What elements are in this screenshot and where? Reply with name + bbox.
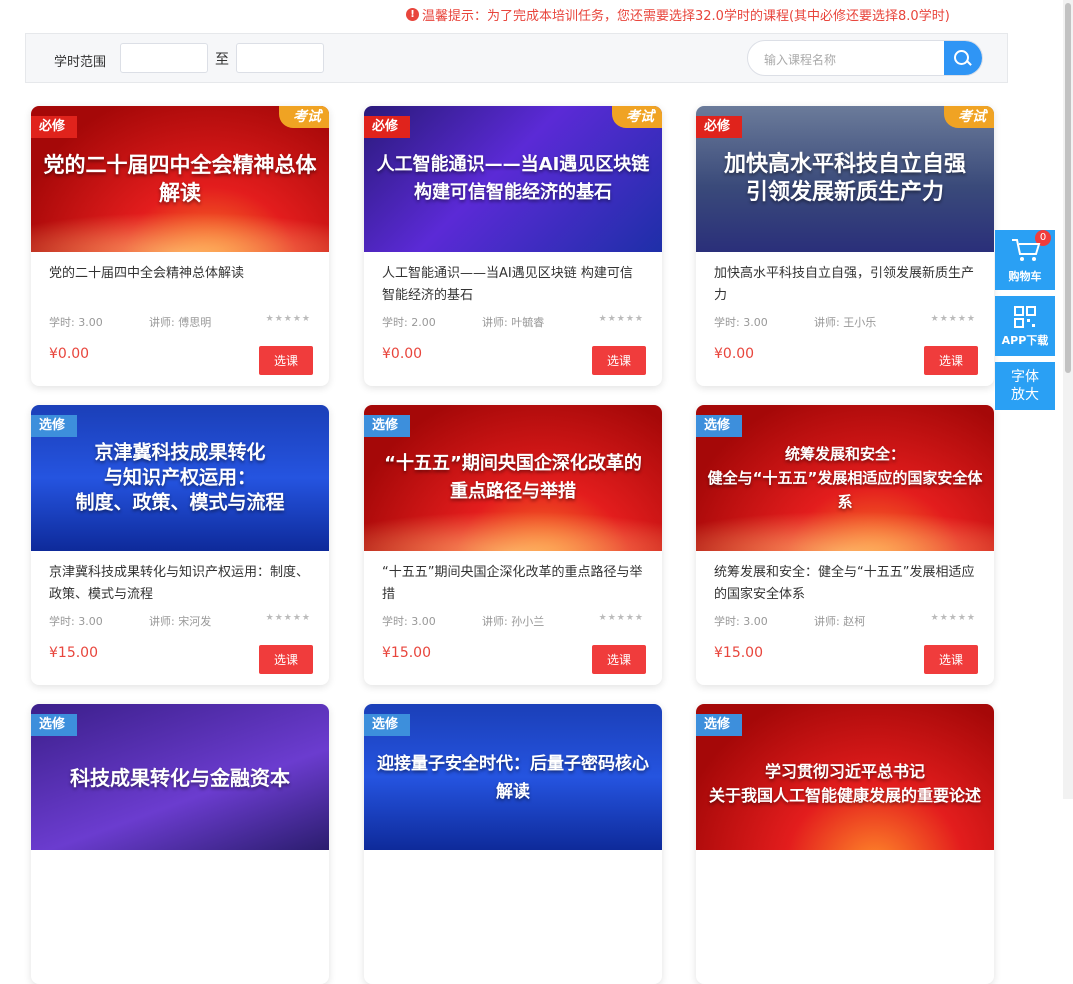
course-title[interactable]: 党的二十届四中全会精神总体解读 [49, 263, 311, 285]
course-price: ¥15.00 [382, 645, 431, 661]
rating-stars-icon: ★★★★★ [930, 314, 976, 324]
course-hours: 学时: 3.00 [49, 615, 103, 628]
app-download-button[interactable]: APP下载 [995, 296, 1055, 356]
course-title[interactable]: 加快高水平科技自立自强，引领发展新质生产力 [714, 263, 976, 307]
course-card[interactable]: 必修 考试 人工智能通识——当AI遇见区块链 构建可信智能经济的基石 人工智能通… [364, 106, 662, 386]
select-course-button[interactable]: 选课 [924, 645, 978, 674]
cart-label: 购物车 [1008, 270, 1042, 283]
course-card[interactable]: 选修 统筹发展和安全： 健全与“十五五”发展相适应的国家安全体系 统筹发展和安全… [696, 405, 994, 685]
rating-stars-icon: ★★★★★ [265, 613, 311, 623]
warning-icon: ! [406, 8, 419, 21]
qr-code-icon [1014, 306, 1036, 328]
course-price: ¥15.00 [714, 645, 763, 661]
course-banner[interactable]: 选修 统筹发展和安全： 健全与“十五五”发展相适应的国家安全体系 [696, 405, 994, 551]
course-teacher: 讲师: 宋河发 [149, 615, 212, 628]
course-card[interactable]: 选修 科技成果转化与金融资本 [31, 704, 329, 984]
required-tag: 必修 [364, 116, 411, 138]
banner-title: 科技成果转化与金融资本 [70, 766, 290, 790]
course-teacher: 讲师: 叶毓睿 [482, 316, 545, 329]
course-card[interactable]: 必修 考试 党的二十届四中全会精神总体解读 党的二十届四中全会精神总体解读 学时… [31, 106, 329, 386]
course-card[interactable]: 选修 京津冀科技成果转化 与知识产权运用： 制度、政策、模式与流程 京津冀科技成… [31, 405, 329, 685]
hours-from-input[interactable] [120, 43, 208, 73]
notice-text: 温馨提示：为了完成本培训任务，您还需要选择32.0学时的课程(其中必修还要选择8… [422, 9, 950, 24]
banner-title: 学习贯彻习近平总书记 关于我国人工智能健康发展的重要论述 [708, 762, 981, 805]
course-teacher: 讲师: 孙小兰 [482, 615, 545, 628]
course-price: ¥15.00 [49, 645, 98, 661]
course-hours: 学时: 2.00 [382, 316, 436, 329]
exam-tag: 考试 [944, 106, 994, 128]
app-download-label: APP下载 [1001, 334, 1049, 347]
hours-range-label: 学时范围 [54, 55, 107, 70]
course-title[interactable]: “十五五”期间央国企深化改革的重点路径与举措 [382, 562, 644, 606]
course-banner[interactable]: 选修 科技成果转化与金融资本 [31, 704, 329, 850]
course-banner[interactable]: 选修 “十五五”期间央国企深化改革的 重点路径与举措 [364, 405, 662, 551]
rating-stars-icon: ★★★★★ [265, 314, 311, 324]
course-card[interactable]: 选修 迎接量子安全时代：后量子密码核心解读 [364, 704, 662, 984]
select-course-button[interactable]: 选课 [259, 645, 313, 674]
course-banner[interactable]: 必修 考试 加快高水平科技自立自强 引领发展新质生产力 [696, 106, 994, 252]
to-label: 至 [215, 52, 229, 68]
scrollbar-thumb[interactable] [1065, 3, 1071, 373]
font-enlarge-button[interactable]: 字体放大 [995, 362, 1055, 410]
course-banner[interactable]: 必修 考试 人工智能通识——当AI遇见区块链 构建可信智能经济的基石 [364, 106, 662, 252]
course-banner[interactable]: 选修 迎接量子安全时代：后量子密码核心解读 [364, 704, 662, 850]
filter-bar: 学时范围 至 输入课程名称 [25, 33, 1008, 83]
course-card[interactable]: 必修 考试 加快高水平科技自立自强 引领发展新质生产力 加快高水平科技自立自强，… [696, 106, 994, 386]
course-banner[interactable]: 必修 考试 党的二十届四中全会精神总体解读 [31, 106, 329, 252]
course-banner[interactable]: 选修 京津冀科技成果转化 与知识产权运用： 制度、政策、模式与流程 [31, 405, 329, 551]
optional-tag: 选修 [31, 415, 78, 437]
banner-title: 加快高水平科技自立自强 引领发展新质生产力 [723, 152, 966, 205]
course-price: ¥0.00 [382, 346, 423, 362]
required-tag: 必修 [696, 116, 743, 138]
course-title[interactable]: 京津冀科技成果转化与知识产权运用：制度、政策、模式与流程 [49, 562, 311, 606]
banner-title: 统筹发展和安全： 健全与“十五五”发展相适应的国家安全体系 [707, 445, 983, 511]
select-course-button[interactable]: 选课 [592, 346, 646, 375]
optional-tag: 选修 [364, 714, 411, 736]
course-title[interactable]: 统筹发展和安全：健全与“十五五”发展相适应的国家安全体系 [714, 562, 976, 606]
course-hours: 学时: 3.00 [714, 316, 768, 329]
optional-tag: 选修 [31, 714, 78, 736]
banner-title: “十五五”期间央国企深化改革的 重点路径与举措 [384, 453, 642, 502]
cart-icon [1012, 239, 1041, 261]
optional-tag: 选修 [696, 415, 743, 437]
course-hours: 学时: 3.00 [714, 615, 768, 628]
rating-stars-icon: ★★★★★ [598, 314, 644, 324]
banner-title: 京津冀科技成果转化 与知识产权运用： 制度、政策、模式与流程 [75, 441, 285, 514]
notice-bar: ! 温馨提示：为了完成本培训任务，您还需要选择32.0学时的课程(其中必修还要选… [406, 5, 950, 24]
course-price: ¥0.00 [714, 346, 755, 362]
optional-tag: 选修 [696, 714, 743, 736]
course-card[interactable]: 选修 学习贯彻习近平总书记 关于我国人工智能健康发展的重要论述 [696, 704, 994, 984]
font-enlarge-label: 字体放大 [1011, 369, 1039, 403]
course-search: 输入课程名称 [747, 40, 983, 76]
required-tag: 必修 [31, 116, 78, 138]
course-teacher: 讲师: 王小乐 [814, 316, 877, 329]
course-hours: 学时: 3.00 [382, 615, 436, 628]
course-card[interactable]: 选修 “十五五”期间央国企深化改革的 重点路径与举措 “十五五”期间央国企深化改… [364, 405, 662, 685]
page-scrollbar[interactable] [1063, 0, 1073, 799]
cart-button[interactable]: 0 购物车 [995, 230, 1055, 290]
exam-tag: 考试 [612, 106, 662, 128]
search-input[interactable]: 输入课程名称 [764, 51, 836, 68]
hours-to-input[interactable] [236, 43, 324, 73]
banner-title: 党的二十届四中全会精神总体解读 [43, 153, 317, 205]
select-course-button[interactable]: 选课 [259, 346, 313, 375]
banner-title: 人工智能通识——当AI遇见区块链 构建可信智能经济的基石 [376, 154, 650, 203]
exam-tag: 考试 [279, 106, 329, 128]
search-button[interactable] [944, 41, 982, 75]
select-course-button[interactable]: 选课 [924, 346, 978, 375]
course-hours: 学时: 3.00 [49, 316, 103, 329]
course-price: ¥0.00 [49, 346, 90, 362]
course-teacher: 讲师: 傅思明 [149, 316, 212, 329]
course-title[interactable]: 人工智能通识——当AI遇见区块链 构建可信智能经济的基石 [382, 263, 644, 307]
rating-stars-icon: ★★★★★ [930, 613, 976, 623]
rating-stars-icon: ★★★★★ [598, 613, 644, 623]
banner-title: 迎接量子安全时代：后量子密码核心解读 [377, 754, 649, 802]
course-banner[interactable]: 选修 学习贯彻习近平总书记 关于我国人工智能健康发展的重要论述 [696, 704, 994, 850]
select-course-button[interactable]: 选课 [592, 645, 646, 674]
optional-tag: 选修 [364, 415, 411, 437]
course-teacher: 讲师: 赵柯 [814, 615, 866, 628]
